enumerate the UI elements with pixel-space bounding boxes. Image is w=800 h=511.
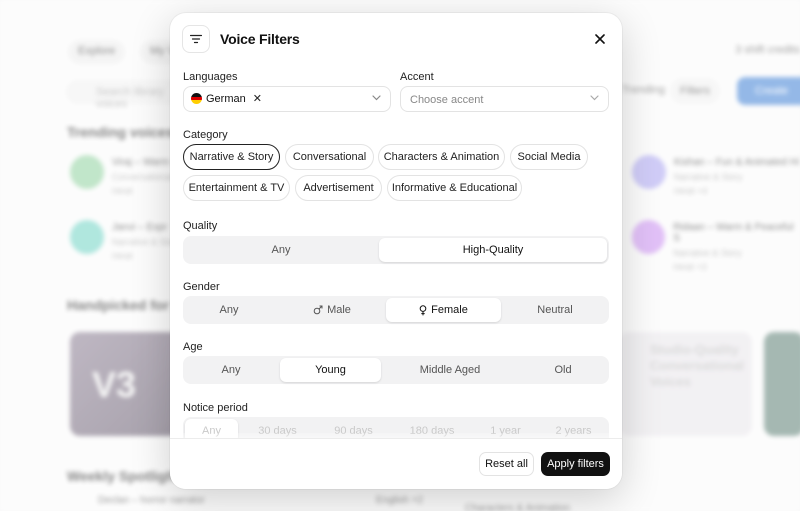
quality-segmented-control: Any High-Quality [183,236,609,264]
apply-filters-button[interactable]: Apply filters [541,452,610,476]
gender-label: Gender [183,281,220,293]
language-chip: German ✕ [191,92,262,105]
reset-all-button[interactable]: Reset all [479,452,534,476]
category-characters-animation[interactable]: Characters & Animation [378,144,505,170]
gender-option-any[interactable]: Any [185,298,273,322]
age-option-any[interactable]: Any [185,358,277,382]
category-social-media[interactable]: Social Media [510,144,588,170]
age-option-middle-aged[interactable]: Middle Aged [384,358,516,382]
quality-option-any[interactable]: Any [185,238,377,262]
age-option-young[interactable]: Young [280,358,381,382]
notice-period-label: Notice period [183,402,248,414]
chevron-down-icon [590,95,599,101]
language-chip-label: German [206,92,246,105]
gender-option-male[interactable]: Male [277,298,387,322]
category-entertainment-tv[interactable]: Entertainment & TV [183,175,290,201]
filter-icon [182,25,210,53]
languages-label: Languages [183,71,238,83]
dialog-header: Voice Filters [170,13,622,65]
dialog-footer: Reset all Apply filters [170,438,622,489]
gender-option-female[interactable]: Female [386,298,501,322]
gender-male-label: Male [327,304,351,316]
gender-segmented-control: Any Male Female Neutral [183,296,609,324]
accent-select[interactable]: Choose accent [400,86,609,112]
accent-placeholder: Choose accent [410,94,484,106]
age-segmented-control: Any Young Middle Aged Old [183,356,609,384]
category-conversational[interactable]: Conversational [285,144,374,170]
gender-female-label: Female [431,304,468,316]
chevron-down-icon [372,95,381,101]
remove-language-icon[interactable]: ✕ [253,92,262,105]
category-label: Category [183,129,228,141]
dialog-title: Voice Filters [220,31,300,47]
category-advertisement[interactable]: Advertisement [295,175,382,201]
gender-option-neutral[interactable]: Neutral [503,298,607,322]
quality-option-high-quality[interactable]: High-Quality [379,238,607,262]
accent-label: Accent [400,71,434,83]
age-label: Age [183,341,203,353]
voice-filters-dialog: Voice Filters Languages German ✕ Accent … [170,13,622,489]
quality-label: Quality [183,220,218,232]
close-icon[interactable] [590,29,610,49]
languages-select[interactable]: German ✕ [183,86,391,112]
female-icon [419,304,427,315]
age-option-old[interactable]: Old [519,358,607,382]
category-narrative-story[interactable]: Narrative & Story [183,144,280,170]
category-informative-educational[interactable]: Informative & Educational [387,175,522,201]
germany-flag-icon [191,93,202,104]
male-icon [313,305,323,315]
